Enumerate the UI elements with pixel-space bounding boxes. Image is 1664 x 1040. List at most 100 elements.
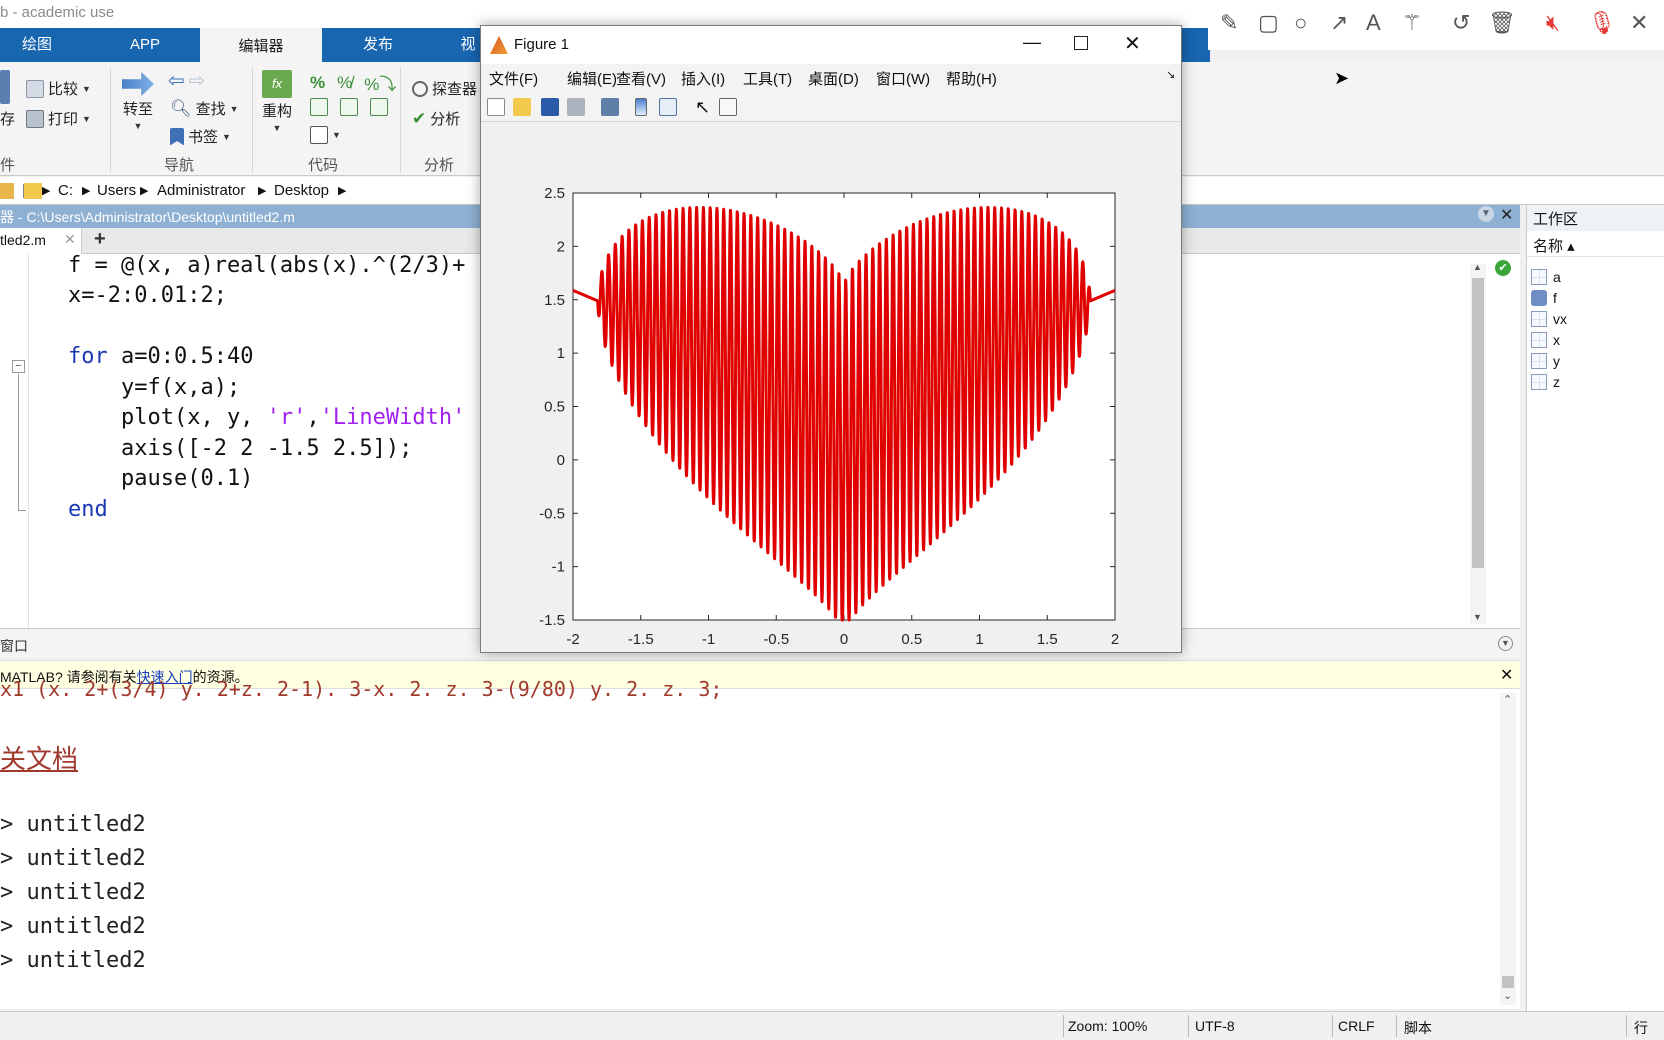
add-tab-icon[interactable]: + (94, 228, 106, 251)
save-button[interactable] (0, 70, 10, 104)
workspace-variable-a[interactable]: a (1531, 269, 1561, 285)
text-tool-icon[interactable]: A (1366, 10, 1381, 36)
menu-edit[interactable]: 编辑(E) (567, 68, 617, 89)
tab-publish[interactable]: 发布 (340, 28, 416, 62)
command-scrollbar[interactable]: ⌃ ⌄ (1500, 693, 1516, 1005)
scroll-down-icon[interactable]: ⌄ (1503, 989, 1512, 1002)
y-tick-label: 1 (557, 345, 565, 362)
code-line-2: x=-2:0.01:2; (68, 283, 227, 308)
workspace-variable-f[interactable]: f (1531, 290, 1557, 306)
scroll-down-icon[interactable]: ▼ (1473, 612, 1482, 622)
tab-untitled2[interactable]: tled2.m ✕ (0, 228, 82, 254)
microphone-muted-icon[interactable]: 🎙︎ (1588, 10, 1616, 36)
link-plot-icon[interactable] (601, 98, 619, 116)
scroll-up-icon[interactable]: ⌃ (1503, 693, 1512, 706)
menu-desktop[interactable]: 桌面(D) (808, 68, 859, 89)
breadcrumb-item[interactable]: Administrator (157, 182, 245, 199)
menu-window[interactable]: 窗口(W) (876, 68, 930, 89)
close-icon[interactable]: ✕ (1500, 205, 1513, 225)
legend-icon[interactable] (659, 98, 677, 116)
menu-insert[interactable]: 插入(I) (681, 68, 725, 89)
save-icon[interactable] (541, 98, 559, 116)
circle-icon[interactable]: ○ (1294, 10, 1307, 36)
tab-editor[interactable]: 编辑器 (200, 28, 322, 62)
menu-view[interactable]: 查看(V) (616, 68, 666, 89)
y-tick-label: 0 (557, 452, 565, 469)
command-window[interactable]: x1 (x. 2+(3/4) y. 2+z. 2-1). 3-x. 2. z. … (0, 677, 1520, 1009)
property-editor-icon[interactable] (719, 98, 737, 116)
menu-tools[interactable]: 工具(T) (743, 68, 792, 89)
plot-area[interactable]: -2 -1.5 -1 -0.5 0 0.5 1 1.5 2-1.5-1-0.500.511.52… (481, 123, 1181, 651)
minimize-icon[interactable]: — (1023, 32, 1041, 53)
maximize-icon[interactable] (1074, 36, 1088, 50)
indent-icon[interactable] (310, 98, 328, 116)
menu-help[interactable]: 帮助(H) (946, 68, 997, 89)
find-button[interactable]: 🔍︎ 查找 ▼ (170, 98, 239, 119)
close-icon[interactable]: ✕ (1124, 31, 1141, 56)
wrap-comment-icon[interactable]: %⤵ (364, 70, 396, 95)
tab-plots[interactable]: 绘图 (0, 28, 74, 62)
uncomment-icon[interactable]: %̸ (337, 73, 352, 93)
workspace-variable-vx[interactable]: vx (1531, 311, 1567, 327)
breadcrumb-item[interactable]: C: (58, 182, 73, 199)
close-tab-icon[interactable]: ✕ (64, 231, 76, 248)
menu-file[interactable]: 文件(F) (489, 68, 538, 89)
figure-window: Figure 1 — ✕ 文件(F) 编辑(E) 查看(V) 插入(I) 工具(… (480, 25, 1182, 653)
increase-indent-icon[interactable] (370, 98, 388, 116)
goto-button[interactable]: 转至 ▼ (122, 72, 154, 131)
documentation-link[interactable]: 关文档 (0, 739, 78, 776)
rectangle-icon[interactable]: ▢ (1258, 10, 1279, 36)
panel-menu-icon[interactable]: ▼ (1498, 636, 1513, 651)
code-tools-row-1[interactable]: % %̸ %⤵ (310, 70, 396, 95)
comment-icon[interactable]: % (310, 73, 325, 93)
print-button[interactable]: 打印 ▼ (26, 108, 91, 129)
line-ending: CRLF (1338, 1018, 1375, 1034)
refactor-button[interactable]: fx 重构 ▼ (262, 70, 292, 133)
tab-apps[interactable]: APP (112, 28, 178, 62)
print-icon[interactable] (567, 98, 585, 116)
breadcrumb-item[interactable]: Users (97, 182, 136, 199)
cursor-row-label: 行 (1634, 1020, 1648, 1036)
close-icon[interactable]: ✕ (1500, 665, 1513, 685)
cursor-arrow-icon[interactable]: ↖ (695, 98, 713, 116)
figure-toolbar: ↖ (481, 92, 1181, 122)
colorbar-icon[interactable] (635, 98, 647, 116)
workspace-column-name[interactable]: 名称 ▴ (1527, 231, 1664, 257)
delete-icon[interactable]: 🗑︎ (1488, 10, 1516, 36)
back-forward-buttons[interactable]: ⇦ ⇨ (168, 68, 206, 93)
decrease-indent-icon[interactable] (340, 98, 358, 116)
magic-wand-icon[interactable]: ⚚ (1402, 10, 1422, 36)
smart-indent-button[interactable]: ▼ (310, 126, 341, 144)
scroll-up-icon[interactable]: ▲ (1473, 262, 1482, 272)
pencil-icon[interactable]: ✎ (1220, 10, 1238, 36)
x-tick-label: 2 (1111, 631, 1119, 648)
close-icon[interactable]: ✕ (1630, 10, 1648, 36)
figure-menu-bar: 文件(F) 编辑(E) 查看(V) 插入(I) 工具(T) 桌面(D) 窗口(W… (481, 64, 1181, 92)
code-tools-row-2[interactable] (310, 98, 388, 116)
arrow-icon[interactable]: ↗ (1330, 10, 1348, 36)
fold-collapse-icon[interactable]: − (12, 360, 25, 373)
speaker-muted-icon[interactable]: 🔇︎ (1546, 10, 1560, 36)
open-folder-icon[interactable] (513, 98, 531, 116)
workspace-variable-z[interactable]: z (1531, 374, 1560, 390)
workspace-variable-y[interactable]: y (1531, 353, 1560, 369)
code-line-6: plot(x, y, 'r','LineWidth' (68, 405, 465, 430)
breadcrumb-item[interactable]: Desktop (274, 182, 329, 199)
compare-button[interactable]: 比较 ▼ (26, 78, 91, 99)
scrollbar-thumb[interactable] (1502, 976, 1514, 988)
scrollbar-thumb[interactable] (1472, 278, 1484, 568)
variable-name: y (1553, 353, 1560, 369)
bookmark-button[interactable]: 书签 ▼ (170, 126, 231, 147)
panel-menu-icon[interactable]: ▼ (1478, 206, 1494, 222)
editor-scrollbar[interactable]: ▲ ▼ (1470, 262, 1486, 624)
workspace-variable-x[interactable]: x (1531, 332, 1560, 348)
analyze-button[interactable]: ✔ 分析 (412, 108, 460, 129)
dock-arrow-icon[interactable]: ↘ (1166, 68, 1175, 81)
figure-title-bar: Figure 1 — ✕ (481, 26, 1181, 64)
code-line-1: f = @(x, a)real(abs(x).^(2/3)+ (68, 253, 466, 278)
profiler-button[interactable]: 探查器 (412, 78, 477, 99)
tab-view[interactable]: 视 (456, 28, 480, 62)
code-ok-check-icon[interactable]: ✔ (1495, 260, 1511, 276)
new-figure-icon[interactable] (487, 98, 505, 116)
undo-icon[interactable]: ↺ (1452, 10, 1470, 36)
